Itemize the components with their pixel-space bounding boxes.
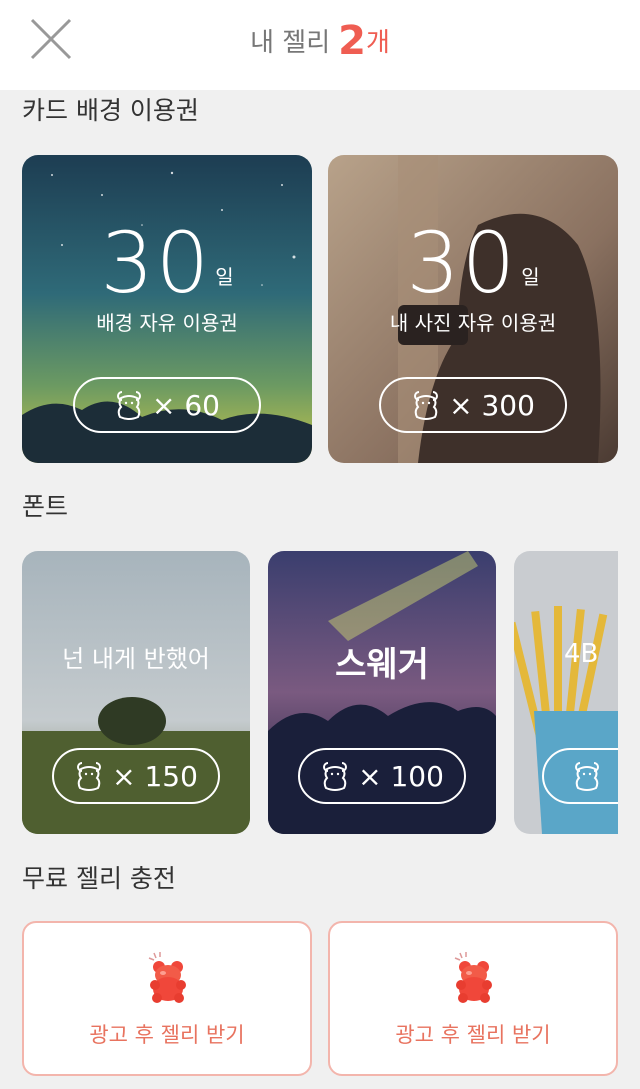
gummy-bear-icon [146, 951, 190, 1003]
card-days: 30 일 [406, 214, 540, 312]
price-value: × 60 [152, 388, 220, 422]
jelly-bear-icon [114, 389, 144, 421]
font-sample-text: 4B [564, 639, 599, 669]
section-title-free: 무료 젤리 충전 [22, 864, 176, 893]
jelly-count-unit: 개 [365, 28, 390, 58]
watch-ad-button[interactable]: 광고 후 젤리 받기 [328, 921, 618, 1076]
watch-ad-button[interactable]: 광고 후 젤리 받기 [22, 921, 312, 1076]
font-card-handwriting[interactable]: 넌 내게 반했어 × 150 [22, 551, 250, 834]
jelly-count-title: 내 젤리 2개 [0, 16, 640, 68]
price-value: × 100 [358, 759, 444, 793]
watch-ad-label: 광고 후 젤리 받기 [395, 1023, 551, 1047]
font-sample-text: 스웨거 [335, 645, 429, 685]
price-value: × 300 [449, 388, 535, 422]
section-title-font: 폰트 [22, 492, 69, 521]
section-title-background: 카드 배경 이용권 [22, 96, 199, 125]
top-bar: 내 젤리 2개 [0, 0, 640, 90]
font-card-pencil[interactable]: 4B [514, 551, 618, 834]
jelly-bear-icon [74, 760, 104, 792]
price-button[interactable] [542, 748, 618, 804]
price-button[interactable]: × 300 [379, 377, 567, 433]
watch-ad-label: 광고 후 젤리 받기 [89, 1023, 245, 1047]
background-card-photo[interactable]: 30 일 내 사진 자유 이용권 × 300 [328, 155, 618, 463]
card-name: 내 사진 자유 이용권 [389, 311, 557, 335]
jelly-bear-icon [411, 389, 441, 421]
jelly-bear-icon [572, 760, 602, 792]
price-value: × 150 [112, 759, 198, 793]
gummy-bear-icon [452, 951, 496, 1003]
price-button[interactable]: × 150 [52, 748, 220, 804]
price-button[interactable]: × 60 [73, 377, 261, 433]
card-name: 배경 자유 이용권 [96, 311, 238, 335]
price-button[interactable]: × 100 [298, 748, 466, 804]
jelly-count: 2 [338, 18, 366, 64]
font-card-swagger[interactable]: 스웨거 × 100 [268, 551, 496, 834]
title-prefix: 내 젤리 [250, 28, 331, 58]
card-days: 30 일 [100, 214, 234, 312]
font-sample-text: 넌 내게 반했어 [62, 645, 210, 673]
jelly-bear-icon [320, 760, 350, 792]
background-card-free[interactable]: 30 일 배경 자유 이용권 × 60 [22, 155, 312, 463]
